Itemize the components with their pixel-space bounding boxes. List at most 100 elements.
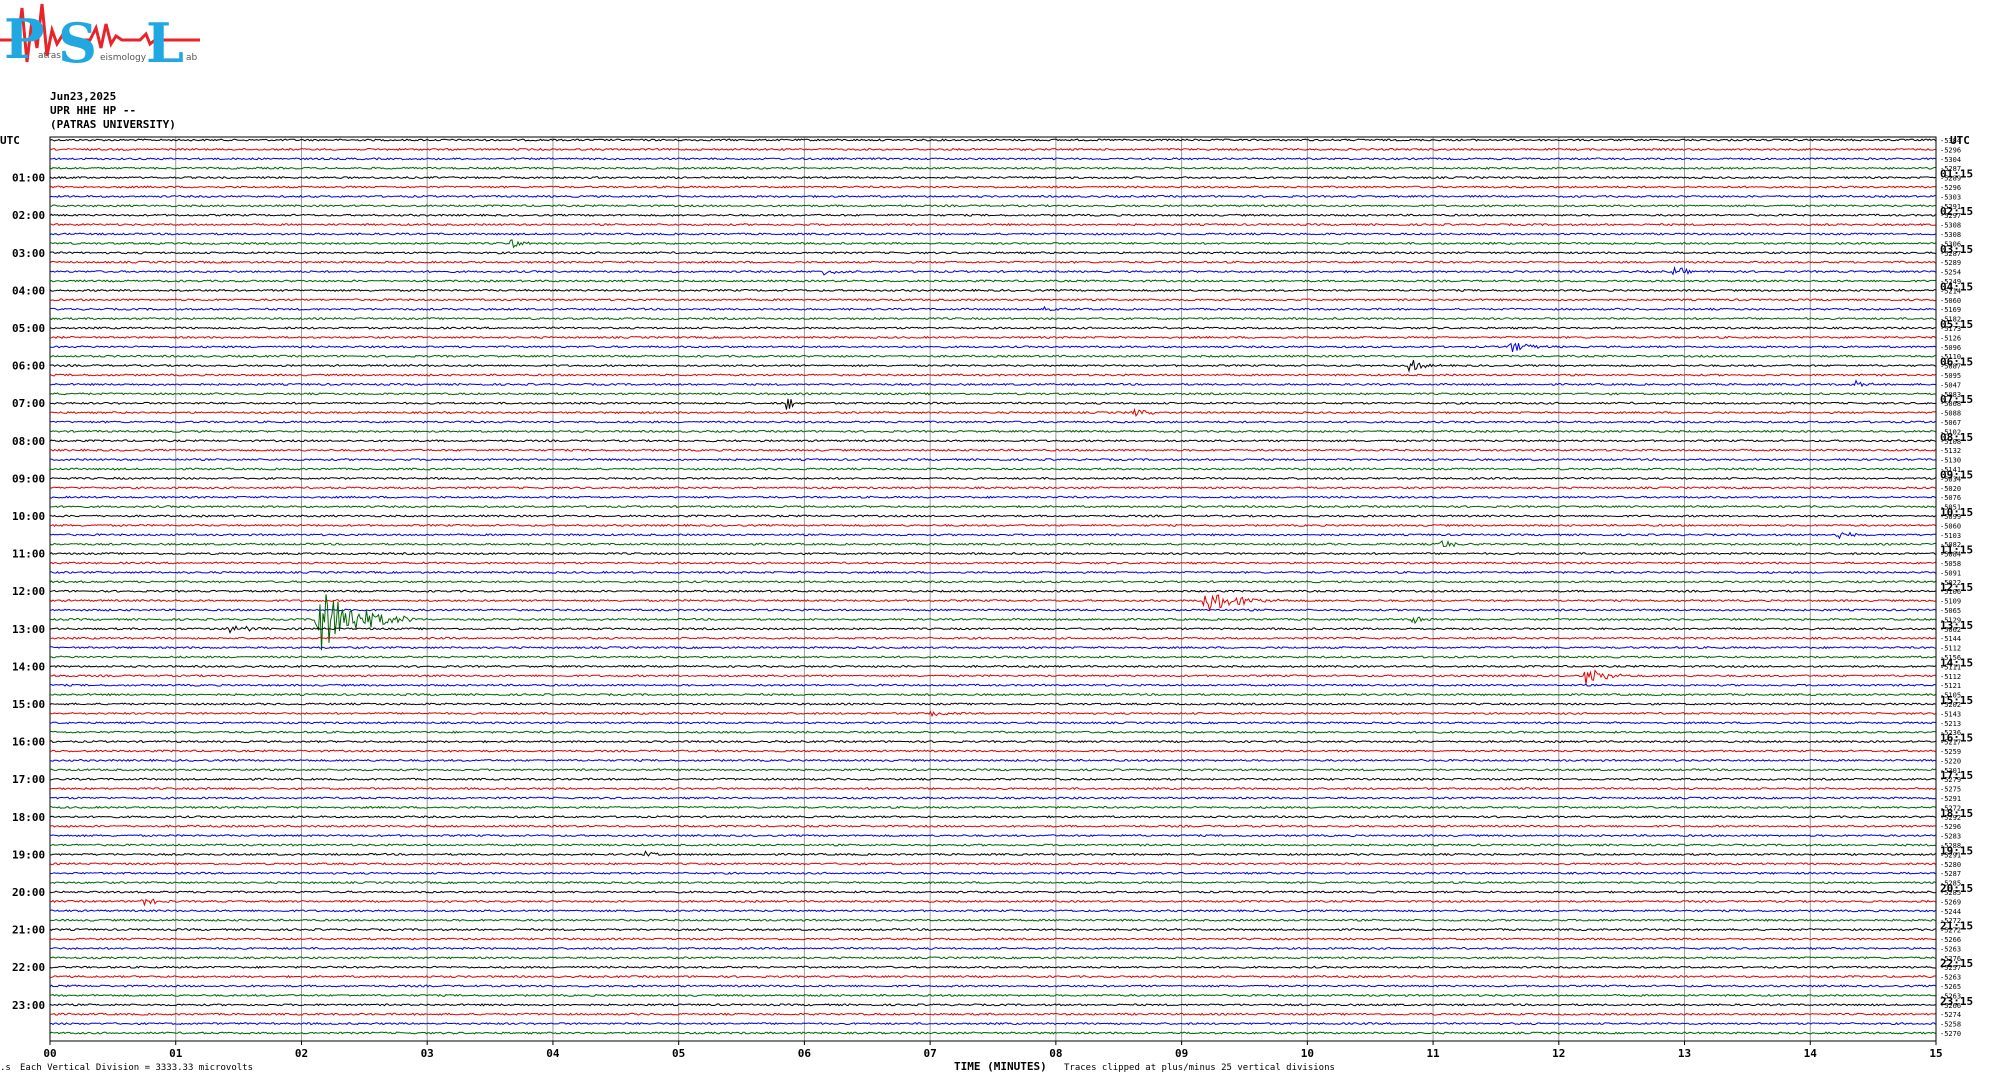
trace-line — [49, 710, 1936, 718]
trace-line — [49, 147, 1936, 152]
right-hour-label: 14:15 — [1940, 656, 1973, 669]
right-hour-label: 03:15 — [1940, 243, 1973, 256]
trace-line — [49, 890, 1936, 894]
trace-offset-label: -5144 — [1940, 635, 1961, 643]
trace-offset-label: -5291 — [1940, 795, 1961, 803]
trace-line — [49, 398, 1936, 410]
left-hour-label: 08:00 — [12, 435, 45, 448]
trace-line — [49, 805, 1936, 810]
right-hour-label: 21:15 — [1940, 920, 1973, 933]
left-hour-label: 12:00 — [12, 585, 45, 598]
left-hour-label: 23:00 — [12, 999, 45, 1012]
left-hour-label: 04:00 — [12, 284, 45, 297]
trace-offset-label: -5112 — [1940, 673, 1961, 681]
trace-line — [49, 342, 1936, 353]
trace-line — [49, 786, 1936, 791]
x-tick-label: 05 — [672, 1047, 685, 1060]
trace-line — [49, 843, 1936, 847]
right-hour-label: 22:15 — [1940, 957, 1973, 970]
trace-offset-label: -5275 — [1940, 786, 1961, 794]
left-hour-label: 19:00 — [12, 848, 45, 861]
left-hour-label: 01:00 — [12, 172, 45, 185]
trace-offset-label: -5287 — [1940, 870, 1961, 878]
trace-line — [49, 815, 1936, 819]
trace-line — [50, 157, 1936, 161]
x-tick-label: 00 — [43, 1047, 56, 1060]
trace-offset-label: -5283 — [1940, 833, 1961, 841]
trace-offset-label: -5289 — [1940, 259, 1961, 267]
trace-line — [49, 561, 1936, 565]
x-axis-title: TIME (MINUTES) — [954, 1060, 1047, 1073]
right-hour-label: 23:15 — [1940, 995, 1973, 1008]
trace-line — [49, 514, 1936, 518]
trace-line — [49, 552, 1936, 556]
trace-offset-label: -5109 — [1940, 598, 1961, 606]
trace-line — [49, 448, 1936, 452]
seismogram-plot: -5384-5296-5304-5287-5289-5296-5303-5291… — [0, 134, 1973, 1060]
x-tick-label: 12 — [1552, 1047, 1565, 1060]
right-hour-label: 11:15 — [1940, 544, 1973, 557]
x-tick-label: 11 — [1426, 1047, 1440, 1060]
trace-line — [49, 429, 1936, 434]
trace-offset-label: -5296 — [1940, 146, 1961, 154]
trace-line — [49, 669, 1936, 685]
trace-line — [49, 531, 1936, 540]
trace-line — [49, 439, 1936, 443]
x-tick-label: 13 — [1678, 1047, 1691, 1060]
right-hour-label: 10:15 — [1940, 506, 1973, 519]
trace-offset-label: -5265 — [1940, 983, 1961, 991]
right-hour-label: 04:15 — [1940, 280, 1973, 293]
trace-line — [50, 796, 1936, 800]
footer-small-mark: .s — [0, 1063, 11, 1073]
left-hour-label: 22:00 — [12, 961, 45, 974]
trace-line — [49, 194, 1936, 199]
trace-offset-label: -5308 — [1940, 222, 1961, 230]
trace-offset-label: -5266 — [1940, 936, 1961, 944]
trace-line — [49, 777, 1936, 781]
x-tick-label: 10 — [1301, 1047, 1314, 1060]
trace-offset-label: -5088 — [1940, 410, 1961, 418]
trace-line — [49, 580, 1936, 584]
trace-line — [49, 407, 1936, 417]
trace-line — [49, 993, 1936, 998]
left-hour-label: 15:00 — [12, 698, 45, 711]
trace-line — [49, 625, 1936, 634]
trace-line — [50, 645, 1936, 650]
trace-line — [49, 392, 1936, 396]
trace-line — [49, 768, 1936, 772]
trace-offset-label: -5296 — [1940, 823, 1961, 831]
right-hour-label: 19:15 — [1940, 844, 1973, 857]
trace-line — [49, 373, 1936, 377]
trace-offset-label: -5126 — [1940, 334, 1961, 342]
footer-clip: Traces clipped at plus/minus 25 vertical… — [1064, 1063, 1335, 1073]
trace-line — [49, 739, 1936, 744]
trace-line — [49, 354, 1936, 358]
trace-offset-label: -5103 — [1940, 532, 1961, 540]
left-hour-label: 06:00 — [12, 360, 45, 373]
trace-offset-label: -5169 — [1940, 306, 1961, 314]
trace-line — [49, 1022, 1936, 1026]
trace-line — [49, 326, 1936, 330]
left-hour-label: 16:00 — [12, 736, 45, 749]
trace-line — [49, 138, 1936, 142]
trace-offset-label: -5058 — [1940, 560, 1961, 568]
trace-offset-label: -5091 — [1940, 569, 1961, 577]
trace-offset-label: -5270 — [1940, 1030, 1961, 1038]
trace-line — [49, 909, 1936, 913]
x-tick-label: 04 — [546, 1047, 560, 1060]
trace-line — [49, 683, 1936, 687]
x-tick-label: 06 — [798, 1047, 812, 1060]
trace-line — [49, 862, 1936, 866]
trace-offset-label: -5308 — [1940, 231, 1961, 239]
trace-offset-label: -5274 — [1940, 1011, 1961, 1019]
left-utc-label: UTC — [0, 134, 20, 147]
trace-line — [49, 305, 1936, 312]
trace-line — [49, 335, 1936, 340]
trace-line — [50, 204, 1936, 208]
trace-line — [49, 570, 1936, 575]
x-tick-label: 02 — [295, 1047, 308, 1060]
right-hour-label: 15:15 — [1940, 694, 1973, 707]
trace-offset-label: -5132 — [1940, 447, 1961, 455]
trace-line — [49, 260, 1936, 264]
trace-line — [49, 974, 1936, 979]
